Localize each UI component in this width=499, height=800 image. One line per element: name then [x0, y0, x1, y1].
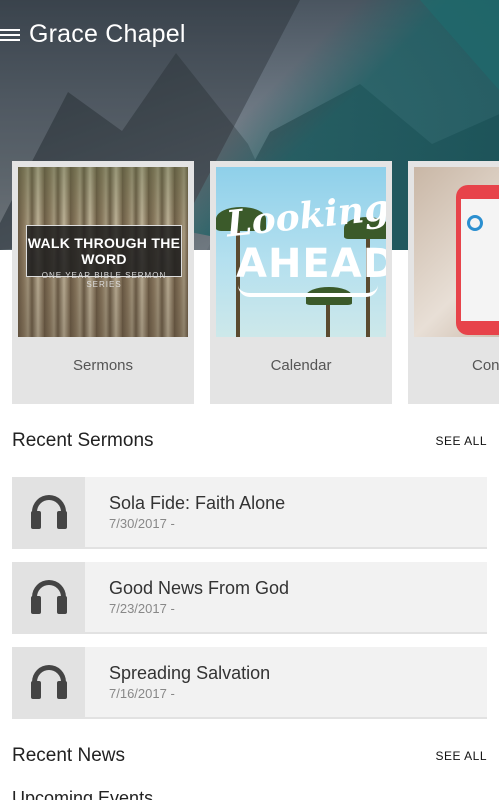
card-calendar[interactable]: Looking AHEAD Calendar — [210, 161, 392, 404]
connect-thumbnail — [414, 167, 499, 337]
headphones-icon — [30, 665, 68, 701]
feature-carousel[interactable]: WALK THROUGH THE WORD ONE YEAR BIBLE SER… — [12, 161, 499, 405]
section-title-recent-news: Recent News — [12, 745, 125, 766]
sermon-title: Good News From God — [109, 578, 290, 598]
section-title-recent-sermons: Recent Sermons — [12, 430, 154, 451]
sermon-title: Spreading Salvation — [109, 663, 271, 683]
sermon-icon-box — [12, 477, 85, 547]
headphones-icon — [30, 580, 68, 616]
phone-image — [456, 185, 499, 335]
sermon-title: Sola Fide: Faith Alone — [109, 493, 286, 513]
app-title: Grace Chapel — [29, 19, 186, 48]
sermon-icon-box — [12, 647, 85, 717]
sermon-date: 7/16/2017 - — [109, 686, 175, 701]
card-connect[interactable]: Con — [408, 161, 499, 404]
sermons-thumbnail: WALK THROUGH THE WORD ONE YEAR BIBLE SER… — [18, 167, 188, 337]
card-label-sermons: Sermons — [72, 357, 134, 374]
sermon-series-banner: WALK THROUGH THE WORD ONE YEAR BIBLE SER… — [26, 225, 182, 289]
see-all-sermons-link[interactable]: SEE ALL — [435, 434, 487, 448]
sermon-series-title: WALK THROUGH THE WORD — [27, 235, 181, 267]
swoosh-decoration — [238, 285, 378, 297]
calendar-thumbnail: Looking AHEAD — [216, 167, 386, 337]
sermon-date: 7/30/2017 - — [109, 516, 175, 531]
sermon-row[interactable]: Spreading Salvation 7/16/2017 - — [12, 647, 487, 719]
see-all-news-link[interactable]: SEE ALL — [435, 749, 487, 763]
headphones-icon — [30, 495, 68, 531]
app-logo-icon — [467, 215, 483, 231]
sermon-row[interactable]: Sola Fide: Faith Alone 7/30/2017 - — [12, 477, 487, 549]
section-title-upcoming-events: Upcoming Events — [12, 788, 154, 800]
top-bar: Grace Chapel — [0, 14, 186, 54]
sermon-date: 7/23/2017 - — [109, 601, 175, 616]
card-label-connect: Con — [472, 357, 499, 374]
hamburger-menu-icon[interactable] — [0, 26, 22, 42]
recent-news-header: Recent News SEE ALL — [12, 745, 487, 767]
sermon-series-subtitle: ONE YEAR BIBLE SERMON SERIES — [41, 271, 167, 289]
sermon-row[interactable]: Good News From God 7/23/2017 - — [12, 562, 487, 634]
card-sermons[interactable]: WALK THROUGH THE WORD ONE YEAR BIBLE SER… — [12, 161, 194, 404]
calendar-thumb-text-2: AHEAD — [236, 241, 386, 287]
sermon-icon-box — [12, 562, 85, 632]
recent-sermons-header: Recent Sermons SEE ALL — [12, 430, 487, 452]
card-label-calendar: Calendar — [270, 357, 332, 374]
